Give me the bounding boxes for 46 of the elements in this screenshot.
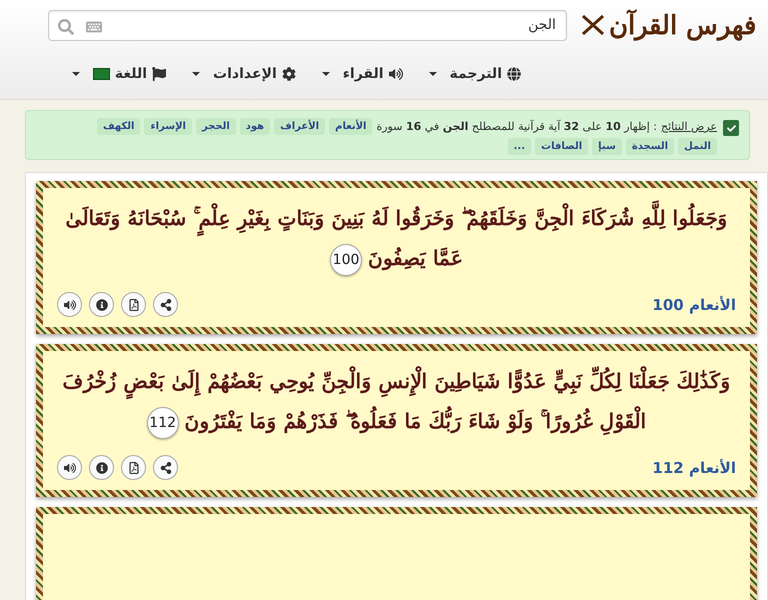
share-icon	[160, 462, 172, 474]
checkmark-icon	[726, 124, 736, 132]
surah-tag[interactable]: الكهف	[96, 118, 140, 135]
pdf-button[interactable]	[121, 455, 146, 480]
results-link[interactable]: عرض النتائج	[661, 120, 717, 133]
surah-tag[interactable]: سبإ	[592, 138, 622, 155]
info-icon	[96, 298, 108, 310]
nav-menu[interactable]: القراء	[322, 66, 403, 82]
verse-reference[interactable]: الأنعام 112	[652, 458, 736, 476]
surah-tag[interactable]: السجدة	[626, 138, 674, 155]
surah-tag[interactable]: ...	[508, 138, 532, 155]
flag-icon	[152, 67, 166, 81]
caret-icon	[72, 72, 80, 76]
globe-icon	[507, 67, 521, 81]
surah-tag[interactable]: النمل	[678, 138, 717, 155]
settings-icon	[282, 67, 296, 81]
flag-icon	[92, 68, 110, 80]
speaker-icon	[388, 67, 403, 81]
info-icon	[96, 462, 108, 474]
speaker-icon	[64, 298, 76, 310]
surah-tag[interactable]: الإسراء	[144, 118, 192, 135]
caret-icon	[192, 72, 200, 76]
surah-tag[interactable]: الحجر	[196, 118, 236, 135]
share-button[interactable]	[153, 292, 178, 317]
share-icon	[160, 298, 172, 310]
surah-tag[interactable]: هود	[240, 118, 270, 135]
pdf-file-icon	[128, 298, 140, 310]
site-logo[interactable]: فهرس القرآن	[608, 10, 756, 40]
speaker-icon	[64, 462, 76, 474]
audio-button[interactable]	[57, 455, 82, 480]
surah-tag[interactable]: الصافات	[535, 138, 588, 155]
info-button[interactable]	[89, 455, 114, 480]
pdf-button[interactable]	[121, 292, 146, 317]
nav-menu[interactable]: الإعدادات	[192, 66, 296, 82]
caret-icon	[428, 72, 437, 76]
audio-button[interactable]	[57, 292, 82, 317]
surah-tag[interactable]: الأنعام	[329, 118, 372, 135]
verse-reference[interactable]: الأنعام 100	[652, 296, 736, 314]
caret-icon	[322, 72, 330, 76]
share-button[interactable]	[153, 455, 178, 480]
surah-tag[interactable]: الأعراف	[274, 118, 326, 135]
pdf-file-icon	[128, 462, 140, 474]
nav-menu[interactable]: اللغة	[72, 66, 166, 82]
nav-menu[interactable]: الترجمة	[428, 66, 521, 82]
checkbox[interactable]	[723, 120, 739, 136]
info-button[interactable]	[89, 292, 114, 317]
